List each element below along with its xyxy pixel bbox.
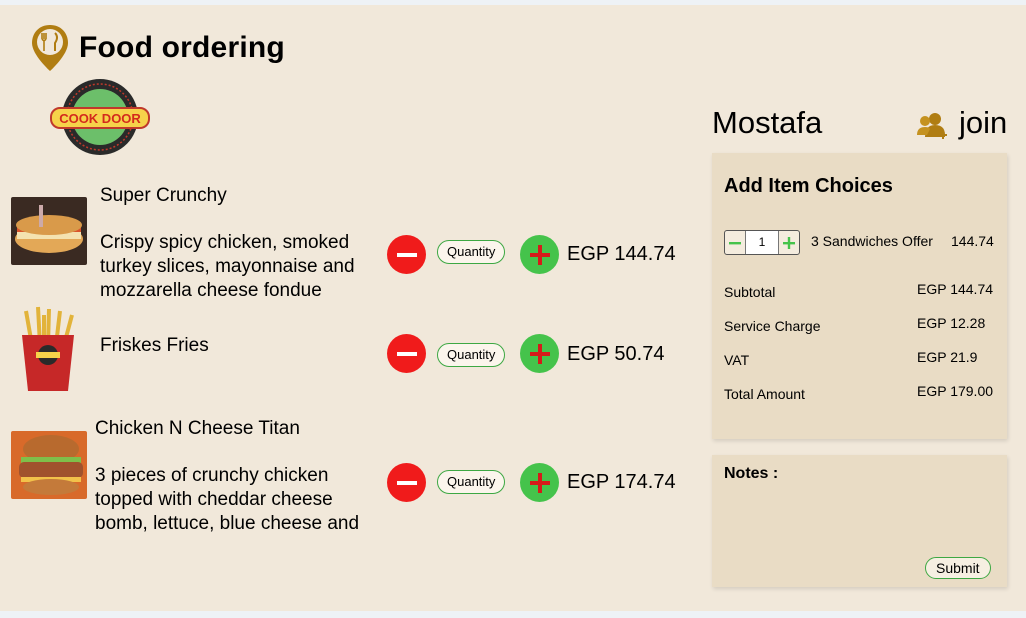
service-charge-label: Service Charge [724,318,821,334]
minus-icon [729,241,741,244]
panel-title: Add Item Choices [724,175,893,197]
offer-price: 144.74 [951,233,994,249]
quantity-label[interactable]: Quantity [437,470,506,494]
item-image-sandwich [11,197,87,265]
app-header: Food ordering [30,23,285,73]
item-price: EGP 50.74 [567,343,665,365]
vat-value: EGP 21.9 [917,349,978,365]
item-image-burger [11,431,87,499]
page: Food ordering COOK DOOR Super Crunchy Cr… [0,5,1026,611]
increase-quantity-button[interactable] [520,334,559,373]
user-name: Mostafa [712,105,823,140]
submit-button[interactable]: Submit [925,557,991,579]
quantity-label[interactable]: Quantity [437,240,506,264]
item-name: Super Crunchy [100,185,227,206]
item-name: Chicken N Cheese Titan [95,418,300,439]
increase-quantity-button[interactable] [520,235,559,274]
total-amount-label: Total Amount [724,386,805,402]
item-name: Friskes Fries [100,335,209,356]
minus-icon [396,252,417,257]
item-description: 3 pieces of crunchy chicken topped with … [95,465,360,534]
plus-icon [529,343,550,364]
total-amount-value: EGP 179.00 [917,383,994,399]
stepper-decrease-button[interactable] [725,231,745,254]
add-users-icon[interactable] [917,111,949,141]
vat-label: VAT [724,352,750,368]
decrease-quantity-button[interactable] [387,235,426,274]
item-price: EGP 174.74 [567,471,676,493]
quantity-label[interactable]: Quantity [437,343,506,367]
menu-item: Chicken N Cheese Titan 3 pieces of crunc… [0,410,700,540]
plus-icon [529,472,550,493]
item-price: EGP 144.74 [567,243,676,265]
menu-item: Friskes Fries Quantity EGP 50.74 [0,305,700,405]
stepper-increase-button[interactable] [779,231,799,254]
app-title: Food ordering [79,31,285,64]
subtotal-value: EGP 144.74 [917,281,994,297]
notes-panel: Notes : Submit [712,455,1007,587]
plus-icon [529,244,550,265]
menu-item: Super Crunchy Crispy spicy chicken, smok… [0,175,700,305]
notes-label: Notes : [724,465,779,482]
stepper-value[interactable]: 1 [745,231,779,254]
decrease-quantity-button[interactable] [387,463,426,502]
minus-icon [396,351,417,356]
join-button[interactable]: join [959,105,1007,141]
item-description: Crispy spicy chicken, smoked turkey slic… [100,232,355,301]
item-choices-panel: Add Item Choices 1 3 Sandwiches Offer 14… [712,153,1007,439]
increase-quantity-button[interactable] [520,463,559,502]
decrease-quantity-button[interactable] [387,334,426,373]
offer-name: 3 Sandwiches Offer [811,233,933,249]
quantity-stepper: 1 [724,230,800,255]
service-charge-value: EGP 12.28 [917,315,986,331]
food-location-pin-icon [32,25,68,71]
brand-logo[interactable]: COOK DOOR [50,78,150,156]
minus-icon [396,480,417,485]
item-image-fries [16,305,80,393]
plus-icon [783,236,795,249]
subtotal-label: Subtotal [724,284,776,300]
brand-logo-text: COOK DOOR [59,111,141,126]
